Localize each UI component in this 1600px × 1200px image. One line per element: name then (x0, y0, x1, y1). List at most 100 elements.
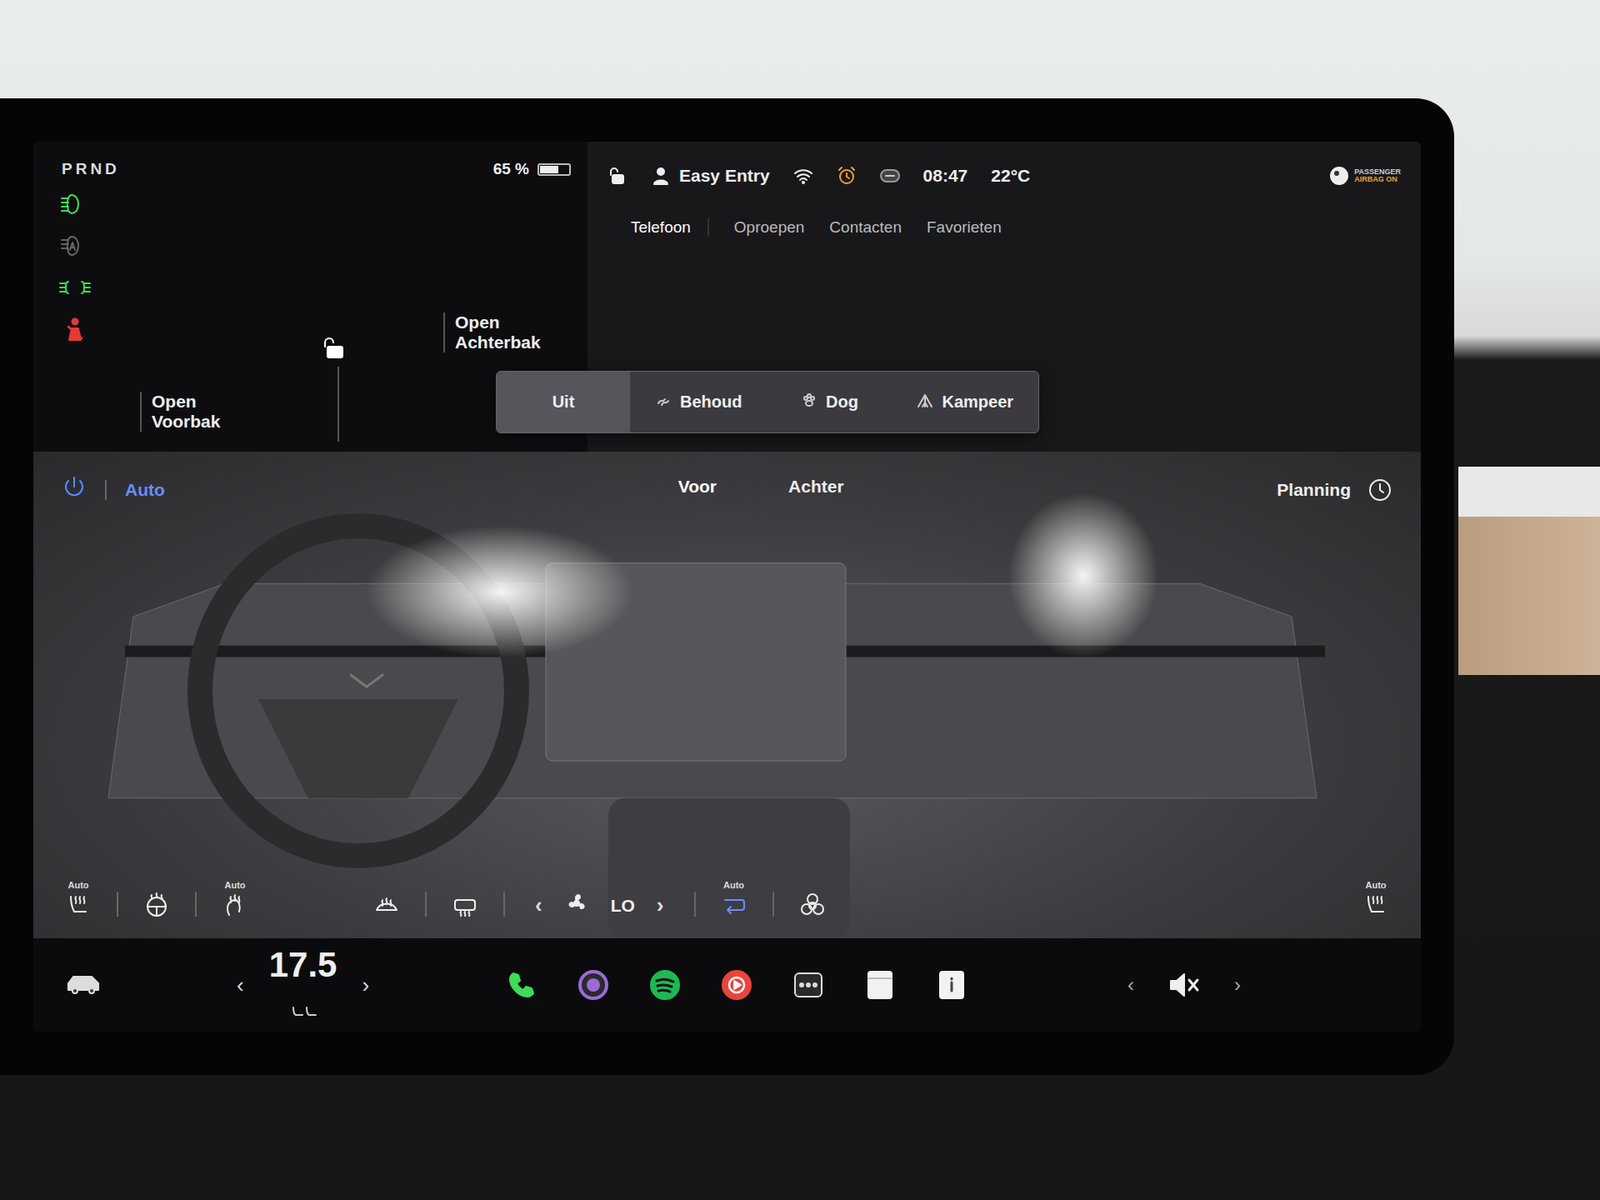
wood-trim (1458, 516, 1600, 675)
dash-trim (1458, 466, 1600, 517)
volume-down[interactable]: ‹ (1127, 973, 1135, 997)
notes-icon (863, 968, 897, 1002)
seatheat-icon (64, 891, 93, 920)
climate-mode-label: Uit (552, 392, 575, 412)
temperature-value: 17.5 (269, 945, 338, 1025)
fan-speed[interactable]: ‹ LO › (535, 890, 665, 920)
planning-label: Planning (1276, 480, 1351, 500)
clock: 08:47 (923, 165, 969, 186)
top-section: PRND 65 % Open Voorbak Open Achterbak Easy E… (33, 141, 1421, 452)
bio-button[interactable] (792, 890, 833, 920)
fan-value: LO (610, 895, 635, 916)
seatheat2-icon (220, 891, 250, 920)
seatheat2-button[interactable]: Auto (215, 880, 255, 920)
fan-icon (564, 890, 590, 920)
temp-up[interactable]: › (361, 972, 370, 999)
car-button[interactable] (63, 968, 104, 1002)
planning[interactable]: Planning (1276, 477, 1393, 503)
climate-mode-option[interactable]: Behoud (630, 371, 767, 433)
app-launcher (502, 965, 971, 1005)
climate-mode-option[interactable]: Kampeer (891, 371, 1039, 433)
seatbelt-icon (58, 316, 92, 342)
seatheat-button[interactable]: Auto (58, 880, 99, 920)
volume-up[interactable]: › (1234, 973, 1241, 997)
lock-open-icon[interactable] (320, 335, 346, 360)
climate-header-left: Auto (61, 475, 412, 505)
camp-icon (916, 391, 934, 413)
airbag-icon (1329, 165, 1350, 186)
lowbeam-icon (58, 191, 92, 217)
dashboard-illustration (33, 451, 1421, 939)
music-app[interactable] (717, 965, 756, 1005)
alarm-icon (836, 165, 857, 186)
passenger-airbag: PASSENGERAIRBAG ON (1329, 165, 1401, 186)
fan-down[interactable]: ‹ (535, 892, 543, 919)
camera-app[interactable] (574, 965, 613, 1005)
touchscreen: PRND 65 % Open Voorbak Open Achterbak Easy E… (0, 98, 1455, 1075)
indicator-list (58, 191, 92, 342)
climate-tab[interactable]: Voor (678, 476, 717, 503)
manual-app[interactable] (932, 965, 971, 1005)
bio-icon (798, 891, 827, 920)
climate-mode-option[interactable]: Dog (766, 371, 892, 433)
more-app[interactable] (789, 965, 828, 1005)
climate-auto[interactable]: Auto (125, 480, 165, 500)
phone-app[interactable] (502, 965, 541, 1005)
frunk-button[interactable]: Open Voorbak (140, 391, 244, 432)
wheelheat-icon (142, 891, 171, 920)
spotify-app[interactable] (645, 965, 685, 1005)
power-icon[interactable] (61, 475, 87, 505)
speaker-muted-icon[interactable] (1167, 970, 1201, 1000)
fan-up[interactable]: › (656, 892, 665, 919)
sos-icon (880, 165, 900, 186)
phone-title[interactable]: Telefoon (619, 218, 710, 237)
defrost-button[interactable] (366, 890, 407, 920)
phone-panel: Telefoon Oproepen Contacten Favorieten (587, 196, 1421, 259)
airbag-line: AIRBAG ON (1354, 175, 1401, 184)
trunk-button[interactable]: Open Achterbak (443, 312, 572, 353)
dog-icon (800, 391, 818, 413)
phone-tab[interactable]: Contacten (829, 218, 902, 237)
music-icon (720, 968, 754, 1002)
battery-percent: 65 % (493, 160, 530, 179)
status-bar: Easy Entry 08:47 22°C PASSENGERAIRBAG ON (587, 141, 1421, 197)
seatheat-button[interactable]: Auto (1355, 880, 1396, 920)
gear-selector[interactable]: PRND (61, 160, 120, 179)
battery-track (537, 163, 571, 176)
wifi-icon (793, 165, 814, 186)
climate-mode-option[interactable]: Uit (496, 371, 630, 433)
climate-keep-menu: Uit BehoudDog Kampeer (495, 370, 1040, 434)
reardefrost-icon (450, 891, 480, 920)
temp-down[interactable]: ‹ (236, 972, 245, 999)
notes-app[interactable] (860, 965, 900, 1005)
climate-panel: AutoVoorAchterPlanningAutoAuto‹LO›AutoAu… (33, 451, 1421, 939)
wheelheat-button[interactable] (136, 890, 177, 920)
manual-icon (935, 968, 969, 1002)
more-icon (791, 968, 825, 1002)
divider (195, 891, 197, 917)
auto-label: Auto (67, 880, 89, 890)
clock-icon (1367, 477, 1393, 503)
battery-fill (540, 165, 559, 174)
recirc-button[interactable]: Auto (714, 880, 755, 920)
divider (105, 480, 107, 500)
climate-mode-label: Kampeer (941, 392, 1014, 412)
auto-label: Auto (1365, 880, 1386, 890)
profile[interactable]: Easy Entry (650, 165, 770, 186)
outside-temperature: 22°C (990, 165, 1030, 186)
reardefrost-button[interactable] (445, 890, 485, 920)
divider (116, 891, 119, 917)
divider-line (337, 366, 340, 442)
climate-controls: Auto Auto ‹ LO › Auto Auto (33, 880, 1421, 939)
divider (503, 891, 505, 917)
phone-icon (505, 968, 539, 1002)
divider (425, 891, 427, 917)
temperature: 17.5 (269, 945, 338, 985)
climate-tab[interactable]: Achter (788, 476, 845, 503)
spotify-icon (648, 968, 682, 1002)
recirc-icon (720, 891, 749, 920)
phone-tab[interactable]: Favorieten (926, 218, 1002, 237)
phone-title-label: Telefoon (630, 218, 691, 237)
phone-tab[interactable]: Oproepen (734, 218, 805, 237)
person-icon (650, 165, 671, 186)
